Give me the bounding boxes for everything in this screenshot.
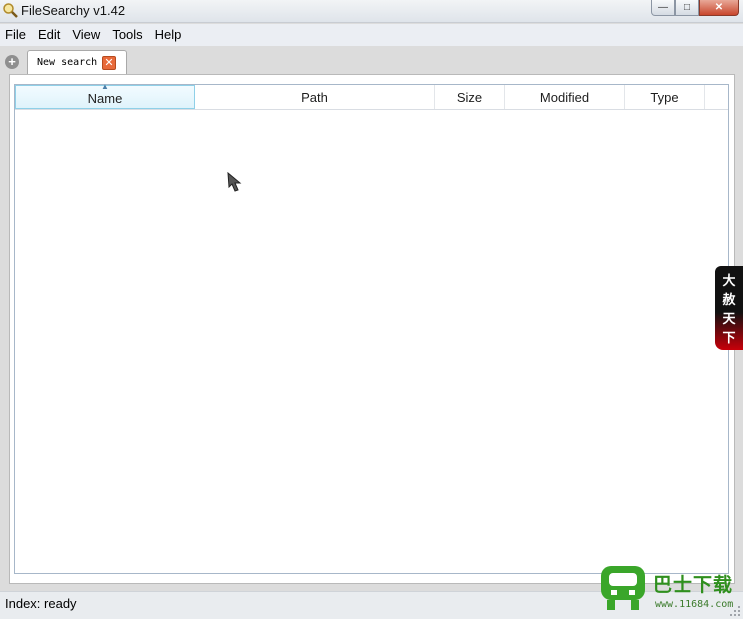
menu-bar: File Edit View Tools Help [0,24,743,46]
menu-file[interactable]: File [0,24,32,46]
watermark-text: 巴士下载 [653,574,734,596]
tab-new-search[interactable]: New search ✕ [27,50,127,74]
mouse-cursor-icon [227,172,242,192]
menu-file-label: File [5,27,26,42]
column-header-modified[interactable]: Modified [505,85,625,109]
watermark-logo-icon [601,566,645,610]
watermark-url: www.11684.com [655,599,734,610]
close-window-button[interactable]: ✕ [699,0,739,16]
column-header-path[interactable]: Path [195,85,435,109]
column-header: ▲ Name Path Size Modified Type [15,82,728,110]
tab-label: New search [37,57,98,68]
watermark: 巴士下载 www.11684.com [597,562,743,618]
menu-tools[interactable]: Tools [106,24,148,46]
status-text: Index: ready [5,596,77,611]
banner-char: 赦 [722,293,736,308]
window-controls: — □ ✕ [651,0,739,16]
column-name-label: Name [87,91,123,106]
magnifier-app-icon [3,3,18,18]
column-modified-label: Modified [539,90,590,105]
banner-char: 天 [722,312,736,327]
sort-ascending-icon: ▲ [101,82,109,91]
results-list[interactable]: ▲ Name Path Size Modified Type [14,82,729,574]
tab-close-icon[interactable]: ✕ [102,56,116,70]
results-panel: ▲ Name Path Size Modified Type [9,74,735,584]
column-path-label: Path [301,90,328,105]
minimize-button[interactable]: — [651,0,675,16]
menu-help-label: Help [154,27,182,42]
column-header-size[interactable]: Size [435,85,505,109]
column-type-label: Type [650,90,679,105]
banner-char: 大 [722,274,736,289]
new-tab-plus-icon[interactable]: + [5,55,19,69]
banner-char: 下 [722,331,736,346]
window-title: FileSearchy v1.42 [21,3,126,18]
minimize-icon: — [658,2,668,13]
column-header-filler [705,85,728,109]
column-header-name[interactable]: ▲ Name [15,82,195,109]
menu-tools-label: Tools [112,27,143,42]
title-bar: FileSearchy v1.42 — □ ✕ [0,0,743,23]
menu-edit-label: Edit [37,27,61,42]
column-header-type[interactable]: Type [625,85,705,109]
maximize-button[interactable]: □ [675,0,699,16]
menu-view-label: View [72,27,101,42]
tab-strip: + New search ✕ [0,48,743,74]
side-banner-ad[interactable]: 大 赦 天 下 [715,266,743,350]
menu-edit[interactable]: Edit [32,24,66,46]
close-icon: ✕ [714,2,724,13]
menu-view[interactable]: View [66,24,106,46]
column-size-label: Size [456,90,483,105]
menu-help[interactable]: Help [149,24,188,46]
maximize-icon: □ [683,2,691,13]
